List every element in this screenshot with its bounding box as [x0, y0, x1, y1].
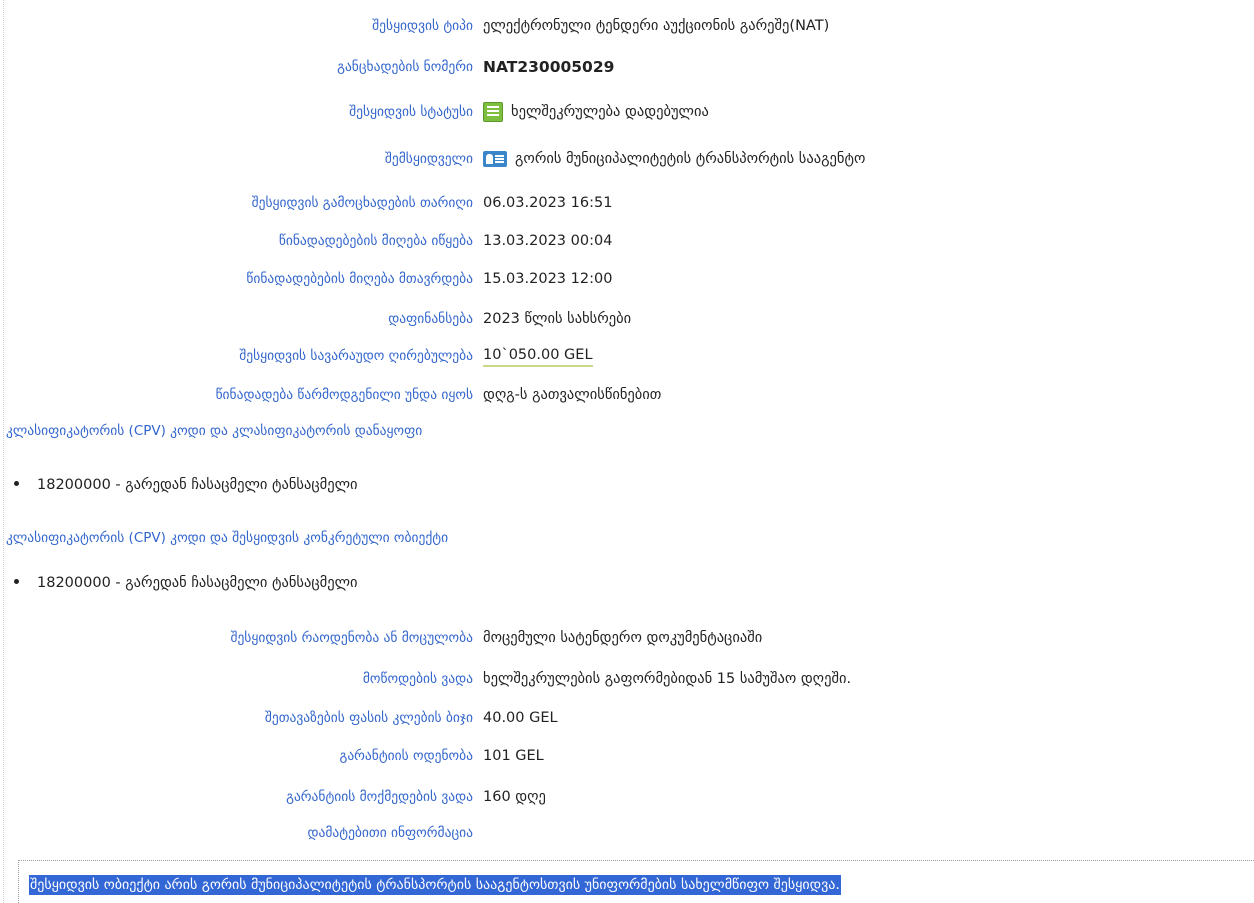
row-vat: წინადადება წარმოდგენილი უნდა იყოს დღგ-ს …: [0, 384, 662, 406]
contract-icon: [483, 102, 503, 122]
row-estimated-value: შესყიდვის სავარაუდო ღირებულება 10`050.00…: [0, 345, 593, 367]
funding-label: დაფინანსება: [388, 311, 473, 327]
status-label: შესყიდვის სტატუსი: [349, 104, 473, 120]
cpv-object-item: 18200000 - გარედან ჩასაცმელი ტანსაცმელი: [37, 575, 358, 591]
guarantee-value: 101 GEL: [483, 748, 544, 764]
offers-end-label: წინადადებების მიღება მთავრდება: [246, 271, 473, 287]
status-value: ხელშეკრულება დადებულია: [511, 104, 709, 120]
offers-start-label: წინადადებების მიღება იწყება: [278, 233, 473, 249]
announce-date-value: 06.03.2023 16:51: [483, 195, 613, 211]
row-price-step: შეთავაზების ფასის კლების ბიჯი 40.00 GEL: [0, 707, 558, 729]
price-step-label: შეთავაზების ფასის კლების ბიჯი: [264, 710, 473, 726]
estimated-value-label: შესყიდვის სავარაუდო ღირებულება: [239, 348, 473, 364]
row-status: შესყიდვის სტატუსი ხელშეკრულება დადებულია: [0, 101, 709, 123]
buyer-card-icon: [483, 151, 507, 167]
bullet-icon: [14, 578, 19, 584]
cpv-heading-division: კლასიფიკატორის (CPV) კოდი და კლასიფიკატო…: [6, 423, 423, 439]
cpv-heading-object: კლასიფიკატორის (CPV) კოდი და შესყიდვის კ…: [6, 530, 449, 546]
estimated-value: 10`050.00 GEL: [483, 345, 593, 367]
row-offers-end: წინადადებების მიღება მთავრდება 15.03.202…: [0, 268, 612, 290]
delivery-value: ხელშეკრულების გაფორმებიდან 15 სამუშაო დღ…: [483, 671, 852, 687]
procurement-type-value: ელექტრონული ტენდერი აუქციონის გარეშე(NAT…: [483, 18, 830, 34]
cpv-division-item: 18200000 - გარედან ჩასაცმელი ტანსაცმელი: [37, 477, 358, 493]
row-additional-info: დამატებითი ინფორმაცია: [0, 822, 483, 844]
offers-start-value: 13.03.2023 00:04: [483, 233, 613, 249]
row-guarantee: გარანტიის ოდენობა 101 GEL: [0, 745, 544, 767]
row-announce-date: შესყიდვის გამოცხადების თარიღი 06.03.2023…: [0, 192, 613, 214]
row-delivery: მოწოდების ვადა ხელშეკრულების გაფორმებიდა…: [0, 668, 851, 690]
announcement-number-value: NAT230005029: [483, 58, 615, 76]
page-left-border: [3, 0, 4, 903]
announce-date-label: შესყიდვის გამოცხადების თარიღი: [251, 195, 473, 211]
row-quantity: შესყიდვის რაოდენობა ან მოცულობა მოცემული…: [0, 627, 762, 649]
additional-info-label: დამატებითი ინფორმაცია: [307, 825, 473, 841]
list-item: 18200000 - გარედან ჩასაცმელი ტანსაცმელი: [14, 477, 358, 493]
vat-label: წინადადება წარმოდგენილი უნდა იყოს: [215, 387, 473, 403]
procurement-type-label: შესყიდვის ტიპი: [372, 18, 473, 34]
row-procurement-type: შესყიდვის ტიპი ელექტრონული ტენდერი აუქცი…: [0, 15, 829, 37]
additional-info-box: შესყიდვის ობიექტი არის გორის მუნიციპალიტ…: [18, 860, 1254, 903]
guarantee-term-label: გარანტიის მოქმედების ვადა: [286, 789, 473, 805]
row-offers-start: წინადადებების მიღება იწყება 13.03.2023 0…: [0, 230, 613, 252]
quantity-value: მოცემული სატენდერო დოკუმენტაციაში: [483, 630, 763, 646]
row-guarantee-term: გარანტიის მოქმედების ვადა 160 დღე: [0, 786, 546, 808]
list-item: 18200000 - გარედან ჩასაცმელი ტანსაცმელი: [14, 575, 358, 591]
buyer-label: შემსყიდველი: [384, 151, 473, 167]
row-buyer: შემსყიდველი გორის მუნიციპალიტეტის ტრანსპ…: [0, 148, 865, 170]
price-step-value: 40.00 GEL: [483, 710, 558, 726]
row-funding: დაფინანსება 2023 წლის სახსრები: [0, 308, 631, 330]
announcement-number-label: განცხადების ნომერი: [337, 59, 473, 75]
funding-value: 2023 წლის სახსრები: [483, 311, 632, 327]
vat-value: დღგ-ს გათვალისწინებით: [483, 387, 662, 403]
quantity-label: შესყიდვის რაოდენობა ან მოცულობა: [230, 630, 473, 646]
bullet-icon: [14, 480, 19, 486]
buyer-value: გორის მუნიციპალიტეტის ტრანსპორტის სააგენ…: [515, 151, 866, 167]
offers-end-value: 15.03.2023 12:00: [483, 271, 613, 287]
delivery-label: მოწოდების ვადა: [362, 671, 473, 687]
guarantee-term-value: 160 დღე: [483, 789, 546, 805]
row-announcement-number: განცხადების ნომერი NAT230005029: [0, 56, 614, 78]
guarantee-label: გარანტიის ოდენობა: [339, 748, 473, 764]
additional-info-text[interactable]: შესყიდვის ობიექტი არის გორის მუნიციპალიტ…: [29, 875, 841, 895]
